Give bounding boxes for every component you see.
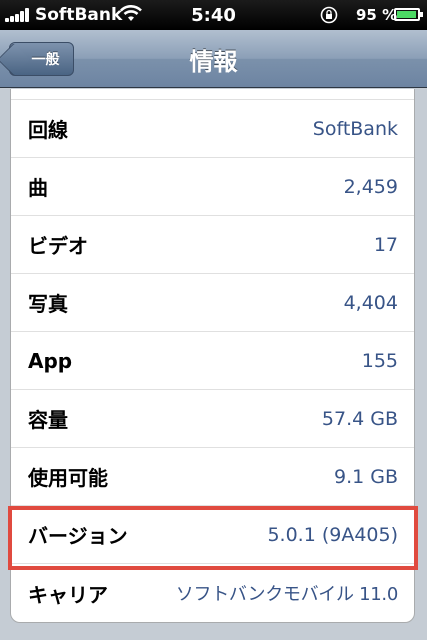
table-row-videos: ビデオ 17 (11, 216, 414, 274)
battery-level-fill (397, 11, 416, 18)
status-bar: SoftBank 5:40 95 % (0, 0, 427, 30)
table-row-partial (11, 89, 414, 100)
table-row-carrier: キャリア ソフトバンクモバイル 11.0 (11, 564, 414, 622)
row-label: 容量 (28, 408, 68, 432)
back-button-label: 一般 (31, 52, 60, 68)
row-label: 回線 (28, 118, 68, 142)
about-table-group: 回線 SoftBank 曲 2,459 ビデオ 17 写真 4,404 App … (10, 89, 415, 623)
rotation-lock-icon (320, 6, 338, 24)
row-label: 写真 (28, 292, 68, 316)
table-row-apps: App 155 (11, 332, 414, 390)
battery-tip (420, 12, 423, 17)
row-label: App (28, 348, 73, 373)
row-label: 曲 (28, 176, 48, 200)
table-row-capacity: 容量 57.4 GB (11, 390, 414, 448)
navigation-bar: 一般 情報 (0, 30, 427, 88)
table-row-songs: 曲 2,459 (11, 158, 414, 216)
row-value: SoftBank (312, 117, 398, 140)
table-row-version: バージョン 5.0.1 (9A405) (11, 506, 414, 564)
page-title: 情報 (189, 48, 238, 76)
row-value: 2,459 (343, 175, 398, 198)
row-value: 5.0.1 (9A405) (267, 523, 398, 546)
table-row-photos: 写真 4,404 (11, 274, 414, 332)
row-value: 17 (373, 233, 398, 256)
row-value: 4,404 (343, 291, 398, 314)
row-label: ビデオ (28, 234, 88, 258)
row-label: 使用可能 (28, 466, 108, 490)
table-row-available: 使用可能 9.1 GB (11, 448, 414, 506)
row-label: キャリア (28, 582, 108, 607)
row-value: ソフトバンクモバイル 11.0 (175, 584, 399, 605)
battery-icon (394, 8, 420, 21)
row-value: 9.1 GB (333, 465, 398, 488)
row-value: 155 (361, 349, 398, 372)
row-label: バージョン (28, 524, 128, 548)
row-value: 57.4 GB (321, 407, 398, 430)
settings-content[interactable]: 回線 SoftBank 曲 2,459 ビデオ 17 写真 4,404 App … (0, 89, 427, 640)
battery-percentage: 95 % (356, 6, 398, 24)
table-row-network: 回線 SoftBank (11, 100, 414, 158)
